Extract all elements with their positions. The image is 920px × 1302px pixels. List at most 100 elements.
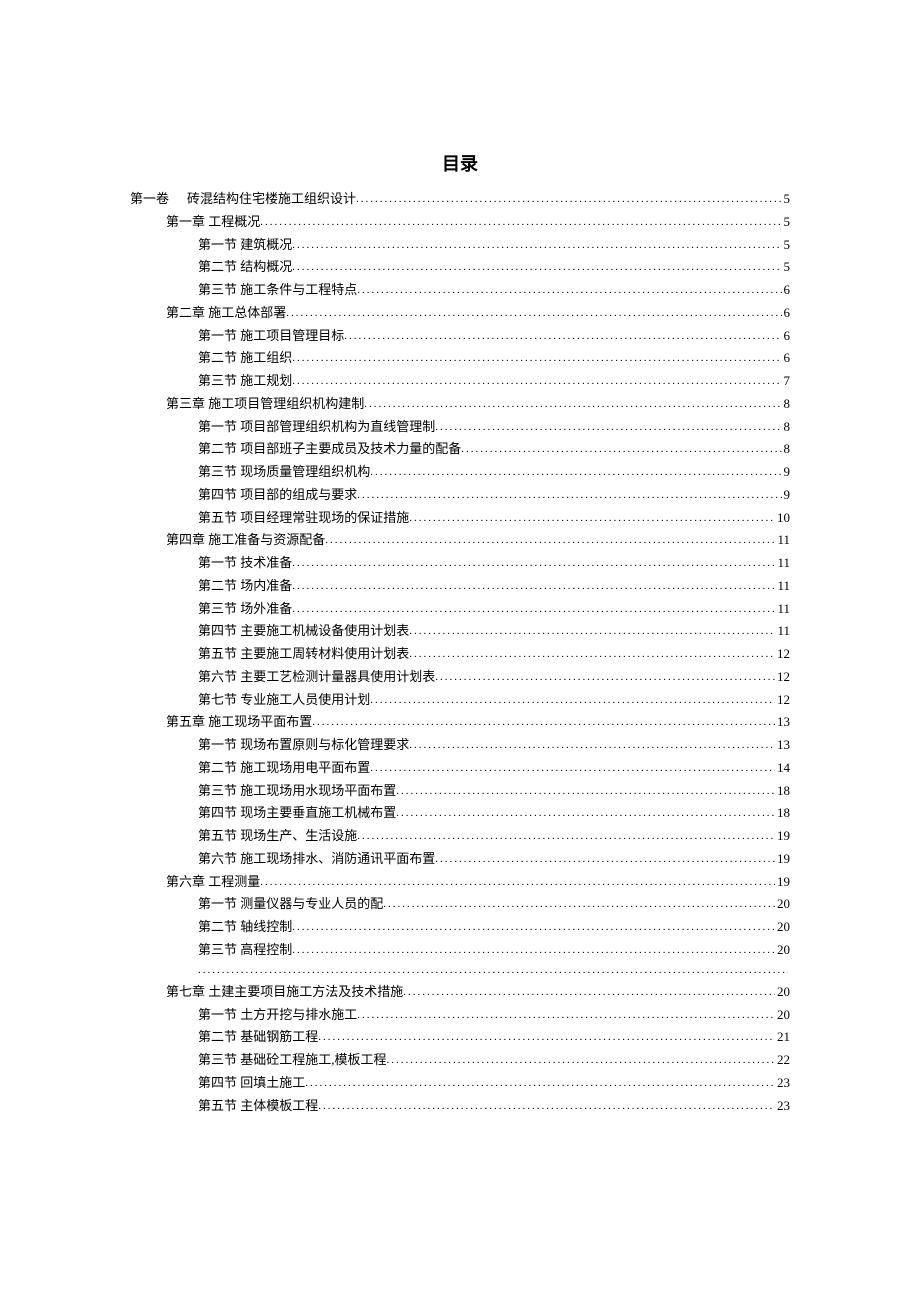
toc-entry-label: 第二章 施工总体部署	[166, 302, 286, 325]
toc-page-number: 11	[775, 552, 790, 575]
toc-entry: 第一节 施工项目管理目标6	[130, 325, 790, 348]
toc-entry: 第五节 现场生产、生活设施19	[130, 825, 790, 848]
toc-page-number: 21	[775, 1026, 790, 1049]
toc-leader-dots	[387, 1051, 775, 1070]
toc-leader-dots	[435, 668, 775, 687]
toc-entry-label: 第三节 高程控制	[198, 939, 292, 962]
toc-leader-dots	[292, 554, 775, 573]
toc-page-number: 5	[782, 211, 791, 234]
toc-leader-dots	[435, 418, 781, 437]
toc-entry: 第一节 项目部管理组织机构为直线管理制8	[130, 416, 790, 439]
toc-page-number: 18	[775, 802, 790, 825]
toc-entry: 第一卷砖混结构住宅楼施工组织设计5	[130, 188, 790, 211]
toc-leader-dots	[292, 236, 781, 255]
toc-entry-label: 第五节 主要施工周转材料使用计划表	[198, 643, 409, 666]
toc-leader-dots	[356, 190, 781, 209]
toc-leader-dots	[409, 509, 775, 528]
toc-entry: 第四节 回填土施工 23	[130, 1072, 790, 1095]
toc-page-number: 13	[775, 711, 790, 734]
toc-leader-dots	[312, 713, 775, 732]
toc-entry-label: 第二节 基础钢筋工程	[198, 1026, 318, 1049]
toc-entry-label: 第三章 施工项目管理组织机构建制	[166, 393, 364, 416]
toc-title: 目录	[130, 150, 790, 176]
toc-page-number: 11	[775, 598, 790, 621]
toc-page-number: 19	[775, 848, 790, 871]
toc-page-number: 5	[782, 234, 791, 257]
toc-leader-dots	[292, 600, 775, 619]
toc-entry-label: 第七章 土建主要项目施工方法及技术措施	[166, 981, 403, 1004]
toc-entry: 第五章 施工现场平面布置 13	[130, 711, 790, 734]
toc-leader-dots	[403, 983, 775, 1002]
toc-entry: 第一节 技术准备11	[130, 552, 790, 575]
toc-page-number: 20	[775, 939, 790, 962]
toc-entry-label: 第五章 施工现场平面布置	[166, 711, 312, 734]
toc-page-number: 9	[782, 461, 791, 484]
toc-leader-dots	[357, 281, 781, 300]
toc-entry: 第二节 项目部班子主要成员及技术力量的配备 8	[130, 438, 790, 461]
toc-entry: 第四章 施工准备与资源配备11	[130, 529, 790, 552]
toc-leader-dots	[292, 349, 781, 368]
toc-entry: 第二章 施工总体部署6	[130, 302, 790, 325]
toc-leader-dots	[383, 895, 775, 914]
toc-entry: 第五节 主体模板工程23	[130, 1095, 790, 1118]
toc-page-number: 20	[775, 1004, 790, 1027]
toc-entry: 第四节 项目部的组成与要求 9	[130, 484, 790, 507]
toc-entry-label: 第三节 施工条件与工程特点	[198, 279, 357, 302]
toc-entry-label: 第三节 施工规划	[198, 370, 292, 393]
toc-entry-label: 第二节 施工组织	[198, 347, 292, 370]
toc-page-number: 5	[782, 188, 791, 211]
toc-entry: 第二节 施工现场用电平面布置14	[130, 757, 790, 780]
toc-leader-dots	[325, 531, 775, 550]
toc-entry: 第二节 基础钢筋工程 21	[130, 1026, 790, 1049]
toc-page-number: 9	[782, 484, 791, 507]
toc-entry-label: 第一节 施工项目管理目标	[198, 325, 344, 348]
toc-page-number: 23	[775, 1072, 790, 1095]
toc-entry: 第四节 现场主要垂直施工机械布置18	[130, 802, 790, 825]
toc-entry: 第三节 高程控制 20	[130, 939, 790, 962]
toc-page-number: 20	[775, 981, 790, 1004]
toc-leader-dots	[198, 961, 788, 980]
toc-volume-prefix: 第一卷	[130, 188, 169, 211]
toc-leader-dots	[409, 622, 775, 641]
toc-page-number: 8	[782, 393, 791, 416]
toc-entry: 第一节 土方开挖与排水施工 20	[130, 1004, 790, 1027]
toc-leader-dots	[409, 645, 775, 664]
toc-entry-label: 第二节 结构概况	[198, 256, 292, 279]
toc-entry: 第一章 工程概况 5	[130, 211, 790, 234]
toc-entry-label: 第一章 工程概况	[166, 211, 260, 234]
toc-entry: 第三章 施工项目管理组织机构建制 8	[130, 393, 790, 416]
toc-entry-label: 第一节 现场布置原则与标化管理要求	[198, 734, 409, 757]
toc-page-number: 7	[782, 370, 791, 393]
toc-page-number: 11	[775, 620, 790, 643]
toc-leader-dots	[370, 463, 781, 482]
toc-container: 第一卷砖混结构住宅楼施工组织设计5第一章 工程概况 5 第一节 建筑概况 5 第二节 结…	[130, 188, 790, 1117]
toc-leader-dots	[344, 327, 781, 346]
toc-entry-label: 第四节 项目部的组成与要求	[198, 484, 357, 507]
toc-page-number: 11	[775, 529, 790, 552]
toc-entry-label: 第一节 建筑概况	[198, 234, 292, 257]
toc-page-number: 18	[775, 780, 790, 803]
toc-entry: 第六节 主要工艺检测计量器具使用计划表12	[130, 666, 790, 689]
toc-page-number: 19	[775, 871, 790, 894]
toc-entry: 第五节 项目经理常驻现场的保证措施 10	[130, 507, 790, 530]
toc-entry-label: 第五节 项目经理常驻现场的保证措施	[198, 507, 409, 530]
toc-page-number: 8	[782, 438, 791, 461]
toc-page-number: 10	[775, 507, 790, 530]
toc-entry-label: 第四节 回填土施工	[198, 1072, 305, 1095]
toc-page-number: 12	[775, 666, 790, 689]
toc-leader-dots	[357, 486, 781, 505]
toc-leader-dots	[292, 372, 781, 391]
toc-entry-label: 第二节 项目部班子主要成员及技术力量的配备	[198, 438, 461, 461]
toc-page-number: 12	[775, 689, 790, 712]
toc-leader-dots	[292, 918, 775, 937]
toc-entry: 第一节 测量仪器与专业人员的配20	[130, 893, 790, 916]
toc-leader-dots	[260, 873, 775, 892]
toc-entry-label: 第一节 土方开挖与排水施工	[198, 1004, 357, 1027]
toc-page-number: 20	[775, 893, 790, 916]
toc-entry: 第六节 施工现场排水、消防通讯平面布置19	[130, 848, 790, 871]
toc-entry-label: 第四节 主要施工机械设备使用计划表	[198, 620, 409, 643]
toc-entry: 第三节 施工条件与工程特点6	[130, 279, 790, 302]
toc-entry: 第七章 土建主要项目施工方法及技术措施 20	[130, 981, 790, 1004]
toc-page-number: 6	[782, 347, 791, 370]
toc-entry-label: 第二节 场内准备	[198, 575, 292, 598]
